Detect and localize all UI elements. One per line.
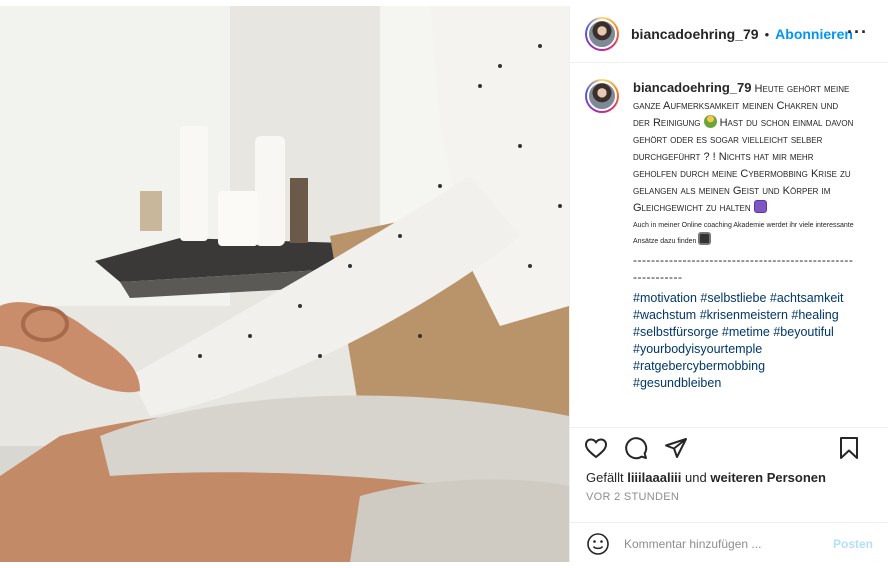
caption-dashes: ----------------------------------------… [633,253,854,284]
post-header: biancadoehring_79 • Abonnieren ··· [570,6,888,63]
post-side-panel: biancadoehring_79 • Abonnieren ··· bianc… [569,6,888,562]
caption-small-text-inner: Auch in meiner Online coaching Akademie … [633,222,854,245]
username[interactable]: biancadoehring_79 [631,26,759,42]
caption-area: biancadoehring_79 Heute gehört meine gan… [570,63,888,423]
caption-username[interactable]: biancadoehring_79 [633,80,751,95]
post-comment-button[interactable]: Posten [833,537,873,551]
share-icon[interactable] [664,436,688,460]
meditation-photo [0,6,569,562]
caption-hashtags[interactable]: #motivation #selbstliebe #achtsamkeit #w… [633,290,855,392]
comment-input[interactable] [624,536,824,551]
heart-icon[interactable] [584,436,608,460]
follow-button[interactable]: Abonnieren [775,26,853,42]
post-timestamp[interactable]: VOR 2 STUNDEN [570,491,888,503]
heart-emoji-icon [753,200,767,213]
separator-dot: • [764,26,770,42]
laptop-emoji-icon [698,232,712,245]
caption-text-2: Hast du schon einmal davon gehört oder e… [633,117,854,214]
post-actions: Gefällt liiilaaaliii und weiteren Person… [570,427,888,562]
more-icon[interactable]: ··· [847,22,868,43]
likes-joiner: und [685,470,707,485]
yoga-emoji-icon [703,115,717,128]
comment-bar: Posten [570,522,888,564]
action-icons [570,428,888,468]
caption-avatar[interactable] [585,79,619,113]
caption: biancadoehring_79 Heute gehört meine gan… [633,79,855,423]
emoji-icon[interactable] [586,532,610,556]
caption-small-text: Auch in meiner Online coaching Akademie … [633,220,855,248]
likes-line: Gefällt liiilaaaliii und weiteren Person… [570,470,888,485]
comment-icon[interactable] [624,436,648,460]
likes-prefix: Gefällt [586,470,624,485]
post-image[interactable] [0,6,569,562]
likes-others[interactable]: weiteren Personen [710,470,826,485]
bookmark-icon[interactable] [838,436,860,460]
liker-username[interactable]: liiilaaaliii [627,470,681,485]
avatar[interactable] [585,17,619,51]
